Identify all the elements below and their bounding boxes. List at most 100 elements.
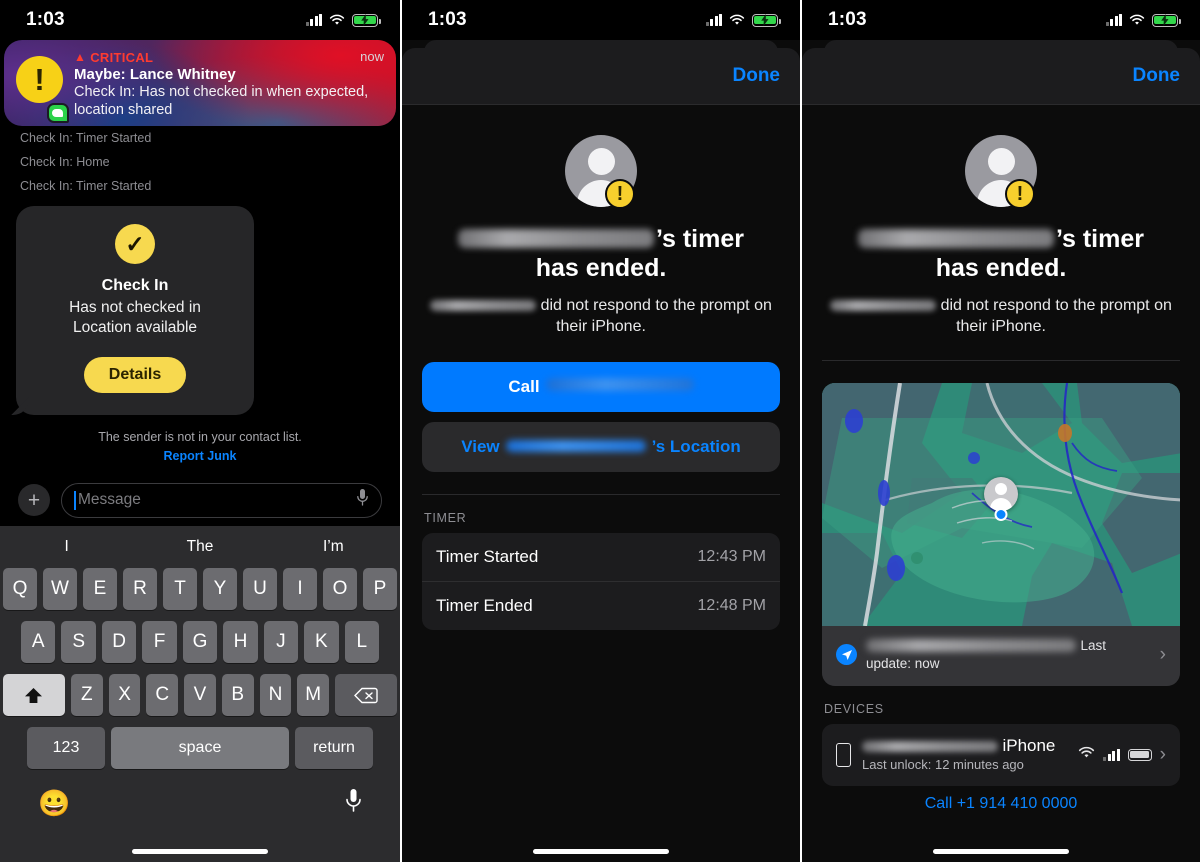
cellular-signal-icon: [305, 14, 322, 26]
battery-charging-icon: [1152, 13, 1181, 27]
sheet-content: ! ’s timer has ended. did not respond to…: [802, 105, 1200, 813]
wifi-icon: [729, 14, 745, 26]
table-row[interactable]: Timer Started 12:43 PM: [422, 533, 780, 581]
key-k[interactable]: K: [304, 621, 339, 663]
key-r[interactable]: R: [123, 568, 157, 610]
redacted-device-owner: [862, 740, 998, 752]
key-u[interactable]: U: [243, 568, 277, 610]
subtext-body: did not respond to the prompt on their i…: [540, 297, 772, 335]
message-bubble-wrapper: ✓ Check In Has not checked in Location a…: [0, 198, 400, 416]
list-item[interactable]: iPhone Last unlock: 12 minutes ago ›: [822, 724, 1180, 786]
home-indicator: [533, 849, 669, 854]
status-bar-icons: [1105, 13, 1181, 27]
space-key[interactable]: space: [111, 727, 289, 769]
message-input-bar: + Message: [0, 474, 400, 526]
sheet-headline: ’s timer has ended.: [822, 225, 1180, 283]
notification-body: ▲ CRITICAL now Maybe: Lance Whitney Chec…: [68, 49, 384, 126]
avatar-positioner: !: [565, 135, 637, 209]
key-g[interactable]: G: [182, 621, 218, 663]
critical-notification-banner[interactable]: ! ▲ CRITICAL now Maybe: Lance Whitney Ch…: [4, 40, 396, 126]
numeric-keyboard-button[interactable]: 123: [27, 727, 105, 769]
device-name: iPhone: [1002, 735, 1056, 755]
key-h[interactable]: H: [223, 621, 258, 663]
system-line: Check In: Timer Started: [20, 131, 152, 145]
sheet-header: Done: [402, 48, 800, 105]
wifi-icon: [329, 14, 345, 26]
key-c[interactable]: C: [146, 674, 179, 716]
key-i[interactable]: I: [283, 568, 317, 610]
key-t[interactable]: T: [163, 568, 197, 610]
checkmark-icon: ✓: [115, 224, 155, 264]
cellular-signal-icon: [705, 14, 722, 26]
prediction-item[interactable]: I: [0, 538, 133, 556]
prediction-item[interactable]: The: [133, 538, 266, 556]
divider: [822, 359, 1180, 361]
map-view[interactable]: [822, 382, 1180, 626]
return-key[interactable]: return: [295, 727, 373, 769]
key-b[interactable]: B: [221, 674, 254, 716]
sheet-subtext: did not respond to the prompt on their i…: [822, 296, 1180, 338]
add-attachment-button[interactable]: +: [18, 484, 50, 516]
call-button[interactable]: Call: [422, 361, 780, 412]
messages-badge-icon: [47, 103, 69, 123]
key-m[interactable]: M: [297, 674, 330, 716]
notification-body-text: Check In: Has not checked in when expect…: [74, 83, 369, 118]
key-y[interactable]: Y: [203, 568, 237, 610]
done-button[interactable]: Done: [733, 65, 781, 87]
key-f[interactable]: F: [142, 621, 177, 663]
key-j[interactable]: J: [263, 621, 299, 663]
key-v[interactable]: V: [184, 674, 216, 716]
done-button[interactable]: Done: [1133, 65, 1181, 87]
message-input-field[interactable]: Message: [61, 482, 382, 518]
call-number-link[interactable]: Call +1 914 410 0000: [822, 786, 1180, 813]
shift-up-arrow-icon[interactable]: [2, 674, 65, 716]
modal-sheet: Done ! ’s timer has ended. did not respo…: [802, 48, 1200, 862]
key-o[interactable]: O: [323, 568, 357, 610]
person-map-pin-icon: [984, 477, 1018, 512]
details-button[interactable]: Details: [83, 357, 187, 394]
key-s[interactable]: S: [61, 621, 96, 663]
notification-top-row: ▲ CRITICAL now: [74, 49, 384, 65]
avatar-head-shape: [987, 148, 1015, 175]
location-arrow-icon: [836, 644, 857, 666]
prediction-bar: I The I’m: [0, 526, 400, 568]
key-a[interactable]: A: [21, 621, 56, 663]
dictation-microphone-icon[interactable]: [345, 788, 362, 818]
key-d[interactable]: D: [101, 621, 137, 663]
backspace-icon[interactable]: [335, 674, 398, 716]
location-map-card[interactable]: Last update: now ›: [822, 382, 1180, 686]
redacted-contact-name: [457, 228, 654, 248]
microphone-icon[interactable]: [356, 488, 369, 512]
battery-icon: [1127, 748, 1152, 761]
table-row[interactable]: Timer Ended 12:48 PM: [422, 580, 780, 630]
sheet-subtext: did not respond to the prompt on their i…: [422, 296, 780, 338]
map-footer[interactable]: Last update: now ›: [822, 625, 1180, 686]
wifi-icon: [1129, 14, 1145, 26]
key-q[interactable]: Q: [3, 568, 37, 610]
redacted-contact-name: [857, 228, 1054, 248]
redacted-location-label: [866, 638, 1076, 652]
status-bar-icons: [705, 13, 781, 27]
devices-section-label: DEVICES: [824, 701, 884, 716]
view-location-button[interactable]: View ’s Location: [422, 421, 780, 472]
key-l[interactable]: L: [344, 621, 379, 663]
sheet-content: ! ’s timer has ended. did not respond to…: [402, 105, 800, 630]
status-bar: 1:03: [802, 0, 1200, 40]
emoji-smiley-icon[interactable]: 😀: [38, 790, 70, 816]
check-in-message-bubble[interactable]: ✓ Check In Has not checked in Location a…: [16, 206, 254, 416]
report-junk-link[interactable]: Report Junk: [0, 449, 400, 463]
key-x[interactable]: X: [108, 674, 141, 716]
devices-list: iPhone Last unlock: 12 minutes ago ›: [822, 723, 1180, 786]
redacted-location-owner: [505, 439, 646, 452]
key-z[interactable]: Z: [70, 674, 103, 716]
timer-list: Timer Started 12:43 PM Timer Ended 12:48…: [422, 532, 780, 630]
prediction-item[interactable]: I’m: [267, 538, 400, 556]
avatar-area: !: [422, 105, 780, 209]
key-n[interactable]: N: [259, 674, 292, 716]
view-button-prefix: View: [461, 436, 500, 456]
alert-exclamation-icon: !: [16, 56, 63, 103]
key-p[interactable]: P: [363, 568, 397, 610]
battery-charging-icon: [352, 13, 381, 27]
key-e[interactable]: E: [83, 568, 117, 610]
key-w[interactable]: W: [43, 568, 77, 610]
